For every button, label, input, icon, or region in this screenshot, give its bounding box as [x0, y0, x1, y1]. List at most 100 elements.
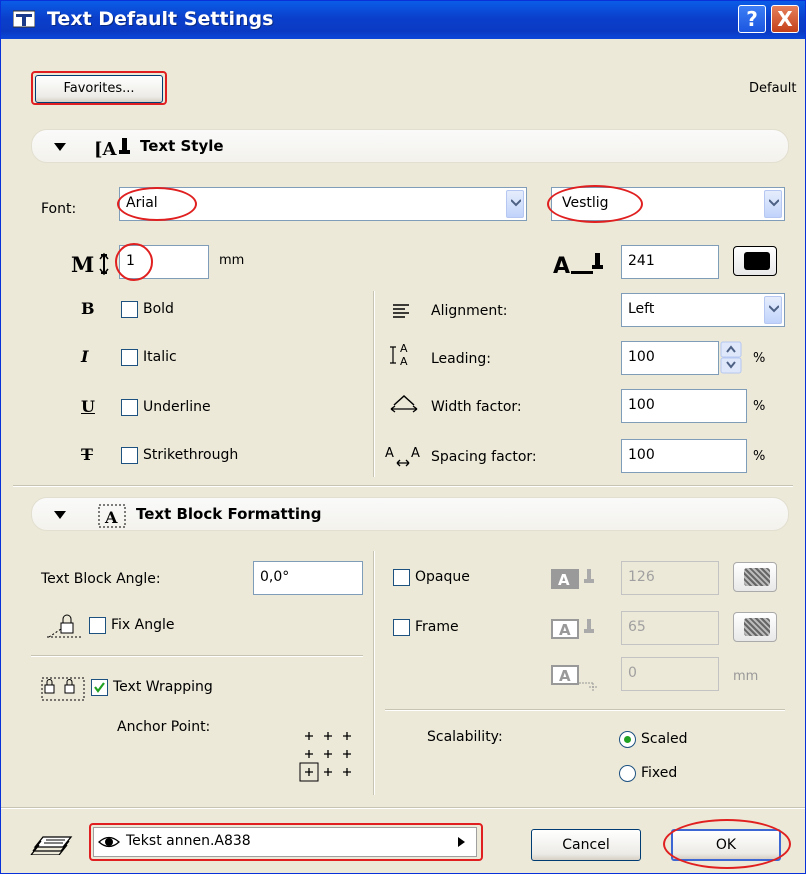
highlight-favorites	[31, 71, 167, 105]
alignment-combo[interactable]: Left	[621, 293, 785, 327]
svg-text:A: A	[558, 571, 570, 589]
divider-footer	[1, 807, 805, 809]
opaque-pen-input[interactable]: 126	[621, 561, 719, 595]
alignment-dropdown-arrow[interactable]	[764, 296, 782, 324]
divider-vertical	[373, 291, 375, 477]
section-text-block[interactable]: A Text Block Formatting	[31, 497, 789, 531]
collapse-triangle-icon	[54, 143, 66, 151]
opaque-checkbox[interactable]	[393, 569, 410, 586]
spinner-arrows-icon	[720, 341, 742, 374]
chevron-down-icon	[511, 199, 521, 207]
scalability-label: Scalability:	[427, 729, 503, 745]
svg-text:A: A	[411, 446, 420, 461]
alignment-label: Alignment:	[431, 303, 508, 319]
fixed-label: Fixed	[641, 765, 678, 781]
frame-offset-value: 0	[628, 665, 637, 681]
fixed-radio[interactable]	[619, 765, 636, 782]
default-label: Default	[749, 81, 797, 96]
leading-input[interactable]: 100	[621, 341, 719, 375]
strikethrough-label: Strikethrough	[143, 447, 239, 463]
alignment-value: Left	[628, 301, 655, 317]
svg-text:A: A	[385, 446, 394, 461]
frame-color-swatch	[744, 618, 770, 636]
italic-checkbox[interactable]	[121, 349, 138, 366]
scaled-radio[interactable]	[619, 731, 636, 748]
frame-checkbox[interactable]	[393, 619, 410, 636]
text-wrapping-label: Text Wrapping	[113, 679, 213, 695]
highlight-size	[115, 243, 153, 281]
strikethrough-checkbox[interactable]	[121, 447, 138, 464]
window-title: Text Default Settings	[47, 8, 274, 30]
spacing-factor-input[interactable]: 100	[621, 439, 747, 473]
fix-angle-label: Fix Angle	[111, 617, 175, 633]
underline-icon: U	[81, 397, 95, 416]
frame-pen-icon: A	[551, 619, 594, 639]
text-wrapping-checkbox[interactable]	[91, 679, 108, 696]
svg-text:A: A	[559, 621, 571, 639]
close-button[interactable]: X	[771, 5, 799, 33]
collapse-triangle-icon	[54, 511, 66, 519]
spacing-factor-icon: A A	[385, 446, 420, 467]
text-wrapping-icon	[41, 677, 85, 701]
leading-unit: %	[753, 351, 766, 366]
section-title-text-style: Text Style	[140, 137, 224, 155]
scaled-label: Scaled	[641, 731, 688, 747]
frame-label: Frame	[415, 619, 459, 635]
svg-text:A: A	[400, 342, 408, 355]
chevron-down-icon	[769, 199, 779, 207]
font-dropdown-arrow[interactable]	[506, 190, 524, 218]
underline-label: Underline	[143, 399, 211, 415]
highlight-font	[117, 187, 197, 221]
spacing-factor-label: Spacing factor:	[431, 449, 537, 465]
text-style-icon: [A	[94, 138, 130, 160]
size-unit: mm	[219, 253, 245, 268]
pen-color-swatch	[744, 252, 770, 270]
frame-pen-value: 65	[628, 619, 646, 635]
highlight-charset	[547, 185, 643, 223]
opaque-color-button[interactable]	[733, 562, 777, 592]
font-label: Font:	[41, 201, 77, 217]
cancel-button[interactable]: Cancel	[531, 829, 641, 861]
fix-angle-checkbox[interactable]	[89, 617, 106, 634]
angle-value: 0,0°	[260, 569, 290, 585]
svg-text:A: A	[104, 508, 118, 527]
pen-number-input[interactable]: 241	[621, 245, 719, 279]
svg-text:A: A	[553, 254, 570, 279]
pen-color-button[interactable]	[733, 246, 777, 276]
leading-icon: A A	[390, 342, 408, 368]
width-factor-label: Width factor:	[431, 399, 522, 415]
underline-checkbox[interactable]	[121, 399, 138, 416]
bold-label: Bold	[143, 301, 174, 317]
layers-icon	[30, 836, 73, 855]
highlight-layer	[89, 823, 483, 861]
checkmark-icon	[94, 682, 105, 693]
opaque-pen-value: 126	[628, 569, 655, 585]
bold-checkbox[interactable]	[121, 301, 138, 318]
divider-right	[385, 709, 785, 711]
svg-text:[A: [A	[94, 139, 118, 160]
opaque-label: Opaque	[415, 569, 470, 585]
italic-icon: I	[81, 347, 89, 366]
width-factor-value: 100	[628, 397, 655, 413]
text-pen-icon: A	[553, 253, 603, 279]
radio-selected-dot	[624, 736, 631, 743]
frame-color-button[interactable]	[733, 612, 777, 642]
anchor-point-label: Anchor Point:	[117, 719, 211, 735]
highlight-ok	[663, 819, 791, 869]
title-bar[interactable]: Text Default Settings ? X	[1, 1, 805, 39]
section-text-style[interactable]: [A Text Style	[31, 129, 789, 163]
width-factor-input[interactable]: 100	[621, 389, 747, 423]
svg-text:A: A	[559, 667, 571, 685]
italic-label: Italic	[143, 349, 177, 365]
anchor-point-grid[interactable]	[297, 727, 359, 787]
spacing-factor-value: 100	[628, 447, 655, 463]
help-button[interactable]: ?	[738, 5, 766, 33]
anchor-points-icon	[299, 732, 351, 782]
angle-input[interactable]: 0,0°	[253, 561, 363, 595]
leading-spinner[interactable]	[719, 341, 743, 375]
bold-icon: B	[81, 299, 95, 318]
frame-pen-input[interactable]: 65	[621, 611, 719, 645]
spacing-factor-unit: %	[753, 449, 766, 464]
charset-dropdown-arrow[interactable]	[764, 190, 782, 218]
frame-offset-input[interactable]: 0	[621, 657, 719, 691]
